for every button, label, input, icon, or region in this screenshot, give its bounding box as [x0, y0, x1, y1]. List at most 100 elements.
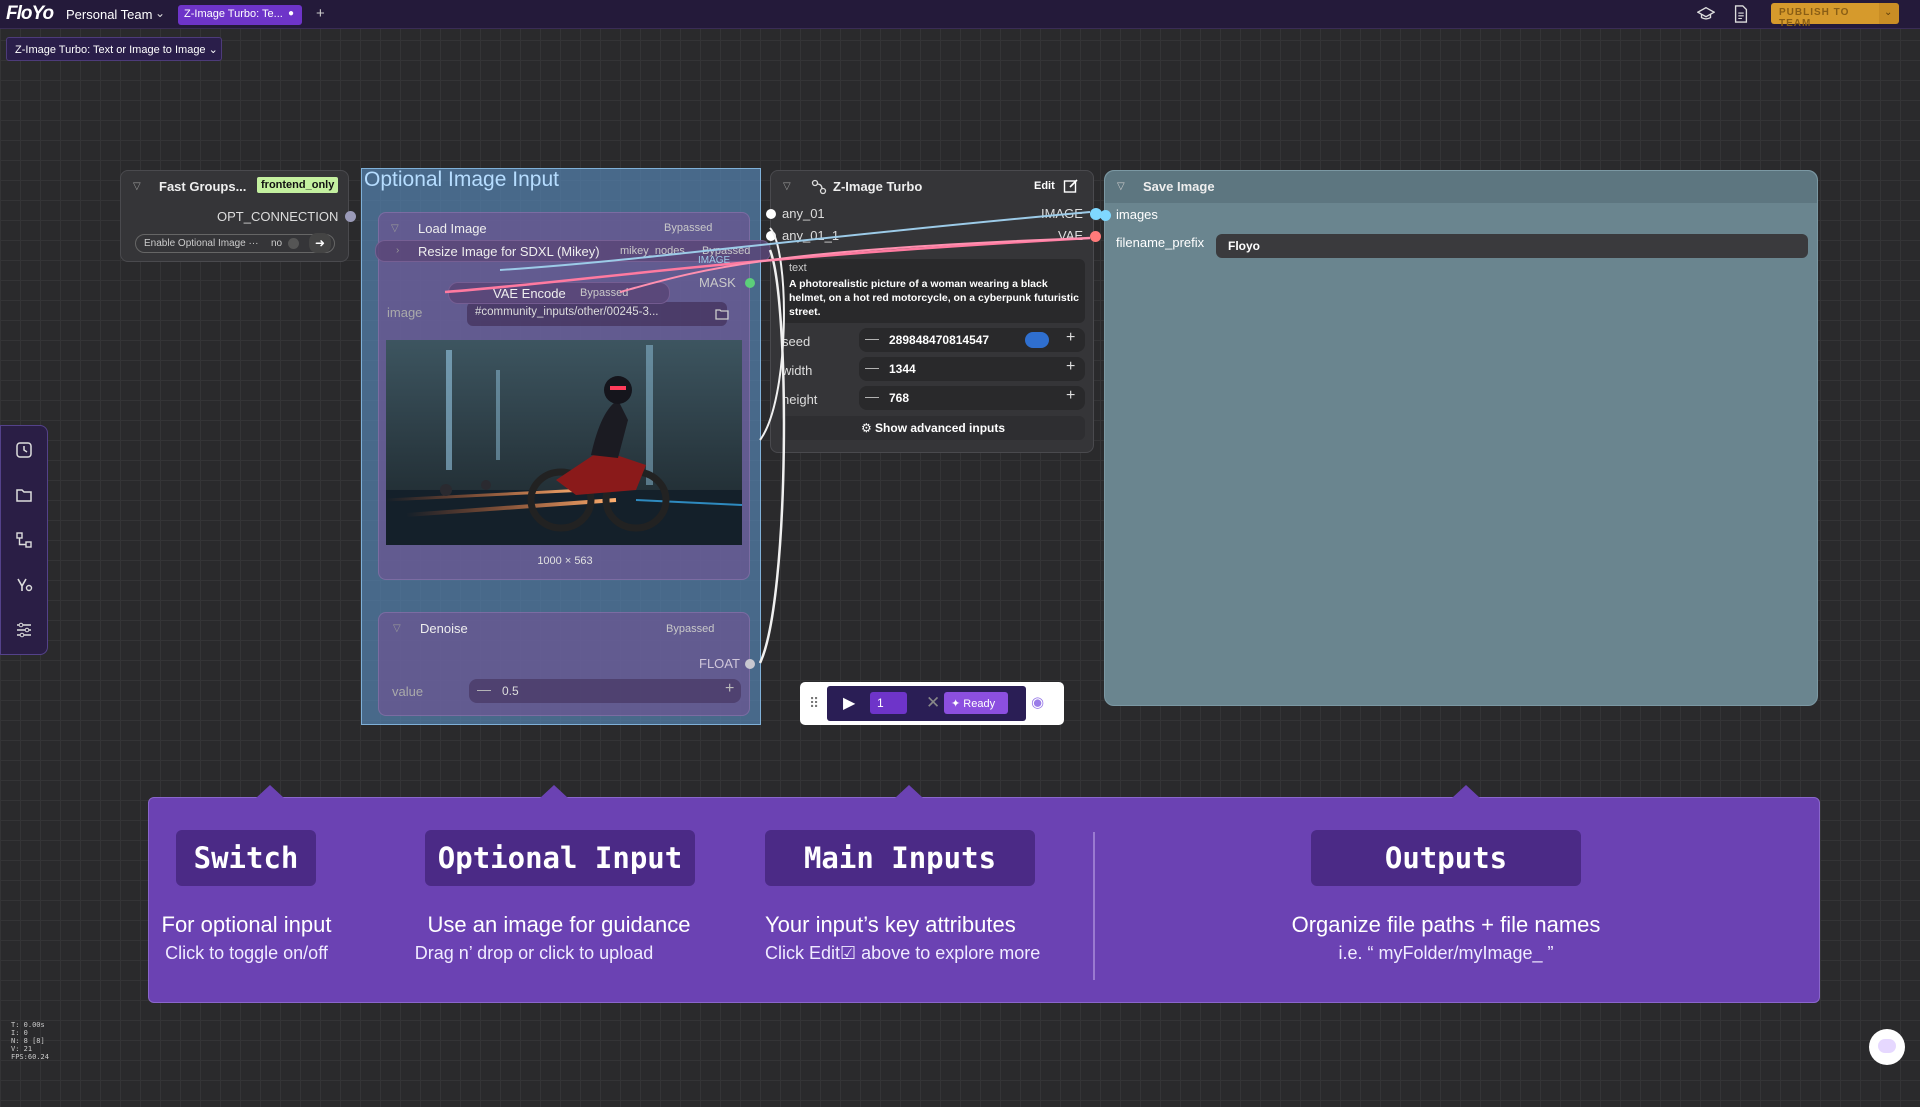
minus-icon[interactable]: — — [865, 388, 879, 404]
eye-icon[interactable]: ◉ — [1031, 693, 1044, 711]
batch-count-input[interactable]: 1 — [870, 692, 907, 714]
group-title[interactable]: Optional Image Input — [364, 168, 559, 192]
width-label: width — [782, 363, 813, 378]
sparkle-icon: ✦ — [951, 698, 964, 710]
show-advanced-inputs-button[interactable]: ⚙ Show advanced inputs — [781, 416, 1085, 440]
node-title: Save Image — [1143, 179, 1215, 194]
outputs-heading: Outputs — [1311, 830, 1581, 886]
drag-handle-icon[interactable]: ⠿ — [809, 695, 819, 712]
input-socket[interactable] — [766, 231, 776, 241]
bypassed-badge[interactable]: Bypassed — [666, 623, 714, 635]
stat-i: I: 0 — [11, 1029, 28, 1037]
image-file-field[interactable]: #community_inputs/other/00245-3... — [467, 302, 727, 326]
workflow-selector-label: Z-Image Turbo: Text or Image to Image — [15, 44, 206, 56]
settings-sliders-icon[interactable] — [15, 621, 33, 639]
fast-groups-node[interactable]: ▽ Fast Groups... frontend_only OPT_CONNE… — [120, 170, 356, 262]
status-badge[interactable]: ✦ Ready — [944, 692, 1008, 714]
minus-icon[interactable]: — — [477, 681, 491, 697]
optional-input-heading: Optional Input — [425, 830, 695, 886]
main-inputs-line2-a: Click Edit — [765, 943, 841, 963]
add-tab-button[interactable]: + — [316, 5, 325, 22]
pointer-switch — [256, 785, 284, 798]
chevron-down-icon[interactable]: ⌄ — [155, 6, 165, 20]
edit-icon[interactable] — [1063, 178, 1079, 194]
height-stepper[interactable]: — 768 + — [859, 386, 1085, 410]
enable-optional-image-toggle[interactable]: Enable Optional Image ··· no — [135, 234, 335, 253]
node-title: Z-Image Turbo — [833, 179, 923, 194]
play-icon[interactable]: ▶ — [843, 693, 855, 713]
bypassed-badge[interactable]: Bypassed — [664, 222, 712, 234]
seed-stepper[interactable]: — 289848470814547 + — [859, 328, 1085, 352]
arrow-right-icon[interactable]: ➜ — [309, 233, 331, 253]
cancel-icon[interactable]: ✕ — [926, 693, 940, 713]
filename-prefix-input[interactable]: Floyo — [1216, 234, 1808, 258]
toggle-value: no — [271, 238, 283, 249]
plus-icon[interactable]: + — [1066, 358, 1075, 376]
vae-encode-node[interactable]: VAE Encode Bypassed — [448, 282, 670, 304]
image-file-name: #community_inputs/other/00245-3... — [475, 306, 659, 318]
float-socket[interactable] — [745, 659, 755, 669]
toggle-knob — [288, 238, 299, 249]
pack-badge: mikey_nodes — [620, 245, 685, 257]
chevron-down-icon[interactable]: ▽ — [391, 223, 399, 234]
folder-open-icon[interactable] — [715, 307, 729, 321]
denoise-value-stepper[interactable]: — 0.5 + — [469, 679, 741, 703]
frontend-badge: frontend_only — [257, 177, 339, 193]
publish-button[interactable]: PUBLISH TO TEAM — [1771, 3, 1879, 29]
graduation-cap-icon[interactable] — [1697, 5, 1715, 23]
close-tab-icon[interactable]: ● — [288, 8, 294, 19]
workflow-selector[interactable]: Z-Image Turbo: Text or Image to Image ⌄ — [6, 37, 222, 61]
preview-image[interactable] — [386, 340, 742, 545]
sliders-icon: ⚙ — [860, 421, 876, 435]
resize-image-node[interactable]: › Resize Image for SDXL (Mikey) mikey_no… — [375, 240, 771, 266]
team-selector[interactable]: Personal Team — [66, 7, 152, 22]
output-socket[interactable] — [345, 211, 356, 222]
floyo-logo[interactable]: FloYo — [6, 3, 54, 25]
folder-icon[interactable] — [15, 486, 33, 504]
width-stepper[interactable]: — 1344 + — [859, 357, 1085, 381]
info-panel: Switch For optional input Click to toggl… — [148, 785, 1820, 1003]
save-image-node[interactable]: ▽ Save Image images filename_prefix Floy… — [1100, 170, 1818, 706]
switch-line2: Click to toggle on/off — [165, 943, 328, 963]
outputs-line2: i.e. “ myFolder/myImage_ ” — [1338, 943, 1554, 963]
node-title: Resize Image for SDXL (Mikey) — [418, 244, 600, 259]
chevron-down-icon[interactable]: ▽ — [133, 181, 141, 192]
images-input-socket[interactable] — [1100, 210, 1111, 221]
tab-workflow[interactable]: Z-Image Turbo: Te... — [178, 5, 302, 25]
input-socket[interactable] — [766, 209, 776, 219]
prompt-textarea[interactable]: text A photorealistic picture of a woman… — [781, 259, 1085, 323]
bypassed-badge[interactable]: Bypassed — [580, 287, 628, 299]
vae-output-socket[interactable] — [1090, 231, 1101, 242]
load-image-node[interactable]: ▽ Load Image Bypassed image #community_i… — [378, 212, 755, 580]
minus-icon[interactable]: — — [865, 359, 879, 375]
mask-socket[interactable] — [745, 278, 755, 288]
chevron-down-icon[interactable]: ▽ — [783, 181, 791, 192]
chat-button[interactable] — [1869, 1029, 1905, 1065]
filename-prefix-value: Floyo — [1228, 239, 1260, 253]
plus-icon[interactable]: + — [1066, 329, 1075, 347]
divider — [1093, 832, 1095, 980]
nodes-tree-icon[interactable] — [15, 531, 33, 549]
publish-options-button[interactable]: ⌄ — [1879, 3, 1899, 24]
randomize-seed-icon[interactable] — [1025, 332, 1049, 348]
chevron-down-icon[interactable]: ▽ — [393, 623, 401, 634]
denoise-node[interactable]: ▽ Denoise Bypassed FLOAT value — 0.5 + — [378, 612, 755, 716]
edit-button[interactable]: Edit — [1034, 180, 1055, 192]
document-icon[interactable] — [1733, 5, 1749, 23]
filename-prefix-label: filename_prefix — [1116, 235, 1205, 250]
chevron-down-icon[interactable]: ▽ — [1117, 181, 1125, 192]
text-label: text — [789, 262, 807, 274]
minus-icon[interactable]: — — [865, 330, 879, 346]
history-icon[interactable] — [15, 441, 33, 459]
floyo-mark-icon[interactable] — [15, 576, 33, 594]
batch-count: 1 — [877, 696, 884, 710]
run-toolbar: ⠿ ▶ 1 ✕ ✦ Ready ◉ — [800, 682, 1064, 725]
plus-icon[interactable]: + — [725, 680, 734, 698]
status-text: Ready — [963, 698, 996, 710]
mask-output-label: MASK — [699, 275, 736, 290]
optional-input-line1: Use an image for guidance — [427, 912, 691, 937]
seed-label: seed — [782, 334, 811, 349]
chevron-right-icon[interactable]: › — [396, 245, 399, 256]
plus-icon[interactable]: + — [1066, 387, 1075, 405]
z-image-turbo-node[interactable]: ▽ Z-Image Turbo Edit any_01 any_01_1 IMA… — [766, 170, 1102, 453]
